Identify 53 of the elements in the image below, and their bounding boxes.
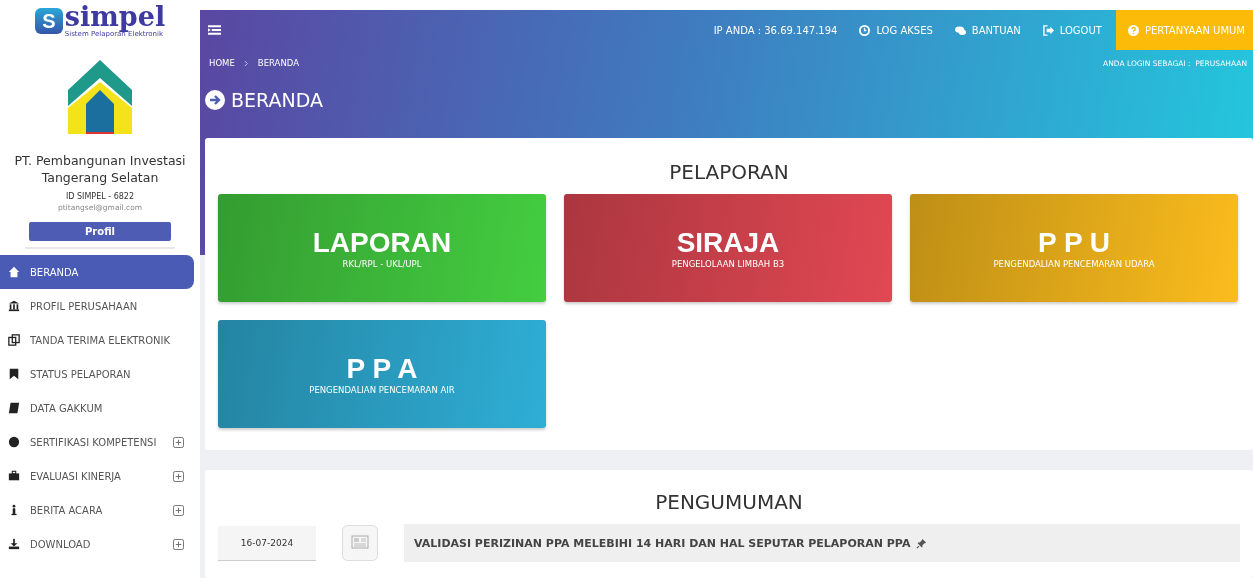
card-title: P P U: [1037, 227, 1111, 259]
info-icon: [8, 504, 20, 516]
breadcrumb-link[interactable]: HOME: [209, 58, 235, 68]
card-title: SIRAJA: [676, 227, 780, 259]
card-subtitle: RKL/RPL - UKL/UPL: [342, 259, 422, 269]
download-icon: [8, 538, 20, 550]
section-title: PENGUMUMAN: [654, 490, 804, 514]
expand-icon[interactable]: [173, 538, 184, 550]
ip-address: IP ANDA : 36.69.147.194: [713, 24, 838, 36]
company-id: ID SIMPEL - 6822: [65, 192, 135, 201]
expand-icon[interactable]: [173, 436, 184, 448]
card-subtitle: PENGENDALIAN PENCEMARAN UDARA: [993, 259, 1155, 269]
sidebar-item[interactable]: PROFIL PERUSAHAAN: [0, 289, 194, 323]
announcement-date: 16-07-2024: [218, 525, 316, 561]
copy-icon: [8, 334, 20, 346]
page-title: BERANDA: [231, 89, 323, 111]
sidebar-item[interactable]: TANDA TERIMA ELEKTRONIK: [0, 323, 194, 357]
logout-icon: [1042, 24, 1054, 36]
sidebar-item[interactable]: EVALUASI KINERJA: [0, 459, 194, 493]
newspaper-icon: [342, 525, 378, 561]
sidebar-item[interactable]: BERANDA: [0, 255, 194, 289]
section-title: PELAPORAN: [668, 160, 790, 184]
sidebar-item[interactable]: DATA GAKKUM: [0, 391, 194, 425]
clock-icon: [859, 24, 871, 36]
logo-name: simpel: [64, 4, 166, 30]
briefcase-icon: [8, 470, 20, 482]
book-icon: [8, 402, 20, 414]
company-name: PT. Pembangunan Investasi Tangerang Selatan: [13, 152, 187, 186]
sidebar-item[interactable]: BERITA ACARA: [0, 493, 194, 527]
report-card[interactable]: SIRAJA PENGELOLAAN LIMBAH B3: [564, 194, 892, 302]
bookmark-icon: [8, 368, 20, 380]
menu-icon[interactable]: [208, 25, 221, 35]
help-icon: [1127, 24, 1139, 36]
chevron-icon: [243, 59, 249, 67]
profile-button[interactable]: Profil: [29, 222, 171, 241]
expand-icon[interactable]: [173, 470, 184, 482]
breadcrumb-link[interactable]: BERANDA: [257, 58, 299, 68]
expand-icon[interactable]: [173, 504, 184, 516]
badge-icon: [8, 436, 20, 448]
sidebar-item[interactable]: SERTIFIKASI KOMPETENSI: [0, 425, 194, 459]
sidebar-item[interactable]: DOWNLOAD: [0, 527, 194, 561]
chat-icon: [954, 24, 966, 36]
card-subtitle: PENGENDALIAN PENCEMARAN AIR: [309, 385, 455, 395]
home-icon: [8, 266, 20, 278]
card-title: LAPORAN: [312, 227, 452, 259]
logo-mark: S: [34, 8, 63, 34]
card-subtitle: PENGELOLAAN LIMBAH B3: [671, 259, 785, 269]
announcement-item[interactable]: VALIDASI PERIZINAN PPA MELEBIHI 14 HARI DAN HAL SEPUTAR PELAPORAN PPA: [404, 524, 1240, 562]
arrow-circle-icon: [205, 90, 225, 110]
sidebar-item[interactable]: STATUS PELAPORAN: [0, 357, 194, 391]
card-title: P P A: [346, 353, 418, 385]
bank-icon: [8, 300, 20, 312]
house-logo-icon: [68, 60, 132, 134]
